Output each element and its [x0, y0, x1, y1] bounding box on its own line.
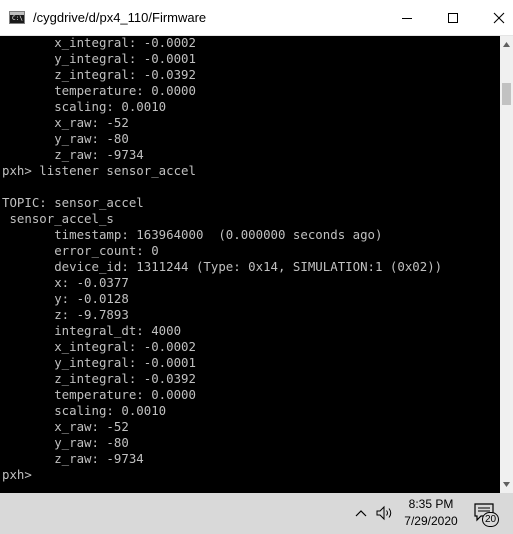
terminal-line: x_raw: -52 — [2, 115, 129, 130]
terminal-line: y: -0.0128 — [2, 291, 129, 306]
terminal-line: temperature: 0.0000 — [2, 83, 196, 98]
vertical-scrollbar[interactable] — [500, 36, 513, 493]
terminal-line: z_integral: -0.0392 — [2, 67, 196, 82]
terminal-line: scaling: 0.0010 — [2, 403, 167, 418]
terminal-line: x: -0.0377 — [2, 275, 129, 290]
clock-time: 8:35 PM — [408, 497, 454, 511]
terminal-lines: x_integral: -0.0002 y_integral: -0.0001 … — [2, 36, 442, 483]
minimize-button[interactable] — [384, 0, 430, 36]
app-icon-prompt: C:\ — [12, 15, 23, 22]
window-title: /cygdrive/d/px4_110/Firmware — [33, 10, 207, 25]
terminal-line: y_raw: -80 — [2, 435, 129, 450]
speaker-icon[interactable] — [375, 505, 395, 521]
scroll-up-arrow-icon — [503, 42, 510, 47]
scroll-thumb[interactable] — [502, 83, 511, 105]
terminal-line: device_id: 1311244 (Type: 0x14, SIMULATI… — [2, 259, 443, 274]
terminal-line: error_count: 0 — [2, 243, 159, 258]
terminal-line: y_integral: -0.0001 — [2, 355, 196, 370]
taskbar: 8:35 PM 7/29/2020 20 — [0, 493, 513, 534]
maximize-icon — [448, 13, 458, 23]
console-app-icon[interactable]: C:\ — [9, 11, 25, 24]
terminal-line: temperature: 0.0000 — [2, 387, 196, 402]
scroll-down-button[interactable] — [500, 476, 513, 493]
title-bar[interactable]: C:\ /cygdrive/d/px4_110/Firmware — [0, 0, 513, 36]
terminal-line: TOPIC: sensor_accel — [2, 195, 144, 210]
terminal-line: y_raw: -80 — [2, 131, 129, 146]
terminal-line: z_raw: -9734 — [2, 451, 144, 466]
terminal-line: scaling: 0.0010 — [2, 99, 167, 114]
terminal-line: x_integral: -0.0002 — [2, 36, 196, 50]
minimize-icon — [402, 18, 412, 19]
scroll-up-button[interactable] — [500, 36, 513, 53]
terminal-line: y_integral: -0.0001 — [2, 51, 196, 66]
terminal-line: integral_dt: 4000 — [2, 323, 182, 338]
terminal-line: z: -9.7893 — [2, 307, 129, 322]
close-icon — [493, 12, 505, 24]
system-clock[interactable]: 8:35 PM 7/29/2020 — [398, 496, 464, 530]
terminal-output[interactable]: x_integral: -0.0002 y_integral: -0.0001 … — [0, 36, 500, 493]
action-center-button[interactable]: 20 — [473, 502, 501, 527]
close-button[interactable] — [476, 0, 513, 36]
terminal-line: z_integral: -0.0392 — [2, 371, 196, 386]
terminal-line: z_raw: -9734 — [2, 147, 144, 162]
clock-date: 7/29/2020 — [404, 514, 458, 528]
terminal-line: pxh> listener sensor_accel — [2, 163, 196, 178]
scroll-down-arrow-icon — [503, 482, 510, 487]
terminal-line: x_raw: -52 — [2, 419, 129, 434]
terminal-prompt-line[interactable]: pxh> — [2, 467, 442, 483]
chevron-up-icon[interactable] — [354, 506, 368, 520]
terminal-line: x_integral: -0.0002 — [2, 339, 196, 354]
maximize-button[interactable] — [430, 0, 476, 36]
terminal-line: sensor_accel_s — [2, 211, 114, 226]
terminal-line: timestamp: 163964000 (0.000000 seconds a… — [2, 227, 383, 242]
terminal-window: C:\ /cygdrive/d/px4_110/Firmware x_integ… — [0, 0, 513, 493]
notification-count-badge: 20 — [482, 512, 499, 527]
